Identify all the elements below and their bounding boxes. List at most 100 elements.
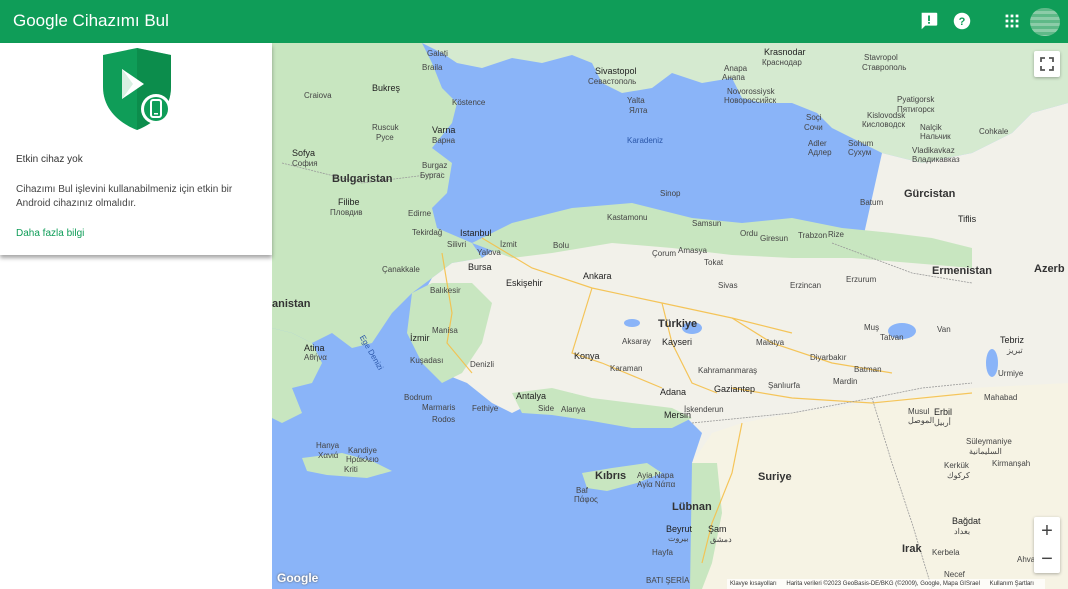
map-label: İzmir <box>410 333 430 343</box>
map-label: Αθήνα <box>304 353 327 362</box>
learn-more-link[interactable]: Daha fazla bilgi <box>16 228 84 239</box>
map-label: Stavropol <box>864 53 898 62</box>
map-label: Mahabad <box>984 393 1018 402</box>
map-label: Нальчик <box>920 132 951 141</box>
map-label: تبریز <box>1007 346 1023 355</box>
map-label: Çanakkale <box>382 265 420 274</box>
map-label: Ermenistan <box>932 265 992 277</box>
map-label: Sivas <box>718 281 738 290</box>
terms-link[interactable]: Kullanım Şartları <box>990 581 1034 587</box>
avatar[interactable] <box>1030 8 1060 36</box>
map-label: Варна <box>432 136 456 145</box>
no-device-status: Etkin cihaz yok <box>16 154 83 165</box>
map-label: Севастополь <box>588 77 637 86</box>
find-my-device-shield-icon <box>103 48 171 130</box>
map-label: BATI ŞERİA <box>646 576 690 585</box>
map-label: Adana <box>660 387 687 397</box>
map-label: İskenderun <box>684 405 724 414</box>
map-footer: Klavye kısayolları Harita verileri ©2023… <box>727 579 1045 589</box>
map-label: Ankara <box>583 271 612 281</box>
map-label: Trabzon <box>798 231 828 240</box>
map-label: Irak <box>902 543 922 555</box>
map-label: Пловдив <box>330 208 363 217</box>
map-label: Ayia Napa <box>637 471 674 480</box>
map-label: Адлер <box>808 148 832 157</box>
svg-text:?: ? <box>959 16 966 28</box>
map-label: Erbil <box>934 407 953 417</box>
map-label: Karaman <box>610 364 643 373</box>
map-label: Amasya <box>678 246 707 255</box>
map-label: Hayfa <box>652 548 673 557</box>
map-label: Bodrum <box>404 393 433 402</box>
device-panel: Etkin cihaz yok Cihazımı Bul işlevini ku… <box>0 43 272 255</box>
map-label: Kıbrıs <box>595 470 627 482</box>
map-label: Tokat <box>704 258 724 267</box>
map-label: Анапа <box>722 73 745 82</box>
map-label: Nalçik <box>920 123 942 132</box>
map-label: Muş <box>864 323 880 332</box>
map-label: Şam <box>708 524 727 534</box>
map-label: Сухум <box>848 148 872 157</box>
map-view[interactable]: Galați Braila Bukreş Craiova Köstence Ru… <box>272 43 1068 589</box>
map-label: Süleymaniye <box>966 437 1012 446</box>
map-label: İzmit <box>500 240 517 249</box>
map-label: Кисловодск <box>862 120 905 129</box>
map-label: Edirne <box>408 209 432 218</box>
zoom-in-button[interactable]: + <box>1034 517 1060 545</box>
map-label: Sofya <box>292 148 316 158</box>
map-label: Бургас <box>420 171 445 180</box>
map-label: السليمانية <box>969 447 1002 456</box>
map-label: Yalova <box>477 248 501 257</box>
map-label: Vladikavkaz <box>912 146 955 155</box>
map-label: Beyrut <box>666 524 693 534</box>
help-icon[interactable]: ? <box>951 10 973 32</box>
map-label: Baf <box>576 486 589 495</box>
map-label: دمشق <box>710 535 732 544</box>
map-label: Manisa <box>432 326 458 335</box>
map-label: Русе <box>376 133 394 142</box>
fullscreen-button[interactable] <box>1034 51 1060 77</box>
map-label: Bolu <box>553 241 570 250</box>
map-label: Kirmanşah <box>992 459 1031 468</box>
zoom-control: + − <box>1034 517 1060 573</box>
map-label: Denizli <box>470 360 495 369</box>
map-label: Side <box>538 404 555 413</box>
map-label: Van <box>937 325 951 334</box>
map-label: بغداد <box>954 527 971 536</box>
map-label: Erzurum <box>846 275 877 284</box>
map-label: anistan <box>272 298 311 310</box>
map-label: Kuşadası <box>410 356 444 365</box>
app-title: Google Cihazımı Bul <box>13 11 169 30</box>
feedback-icon[interactable] <box>918 10 940 32</box>
map-label: Χανιά <box>318 451 339 460</box>
map-label: Kahramanmaraş <box>698 366 758 375</box>
map-label: Çorum <box>652 249 677 258</box>
map-label: Ruscuk <box>372 123 399 132</box>
map-label: Ordu <box>740 229 758 238</box>
zoom-out-button[interactable]: − <box>1034 545 1060 573</box>
map-label: Sivastopol <box>595 66 637 76</box>
map-label: Malatya <box>756 338 785 347</box>
map-label: Ставрополь <box>862 63 907 72</box>
map-label: Pyatigorsk <box>897 95 935 104</box>
map-label: Istanbul <box>460 228 492 238</box>
map-label: Kerkük <box>944 461 969 470</box>
map-label: Novorossiysk <box>727 87 775 96</box>
map-label: Adler <box>808 139 827 148</box>
map-label: Bağdat <box>952 516 981 526</box>
map-label: Bukreş <box>372 83 401 93</box>
map-label: Marmaris <box>422 403 456 412</box>
map-label: Erzincan <box>790 281 822 290</box>
map-label: Kerbela <box>932 548 960 557</box>
map-label: Bulgaristan <box>332 173 393 185</box>
apps-grid-icon[interactable] <box>1001 10 1023 32</box>
map-label: Краснодар <box>762 58 802 67</box>
map-label: Galați <box>427 49 448 58</box>
map-label: Filibe <box>338 197 360 207</box>
map-label: Rize <box>828 230 845 239</box>
map-label: Fethiye <box>472 404 499 413</box>
keyboard-shortcuts-link[interactable]: Klavye kısayolları <box>730 581 777 587</box>
map-label: Samsun <box>692 219 722 228</box>
map-label: Antalya <box>516 391 547 401</box>
map-label: Sinop <box>660 189 681 198</box>
